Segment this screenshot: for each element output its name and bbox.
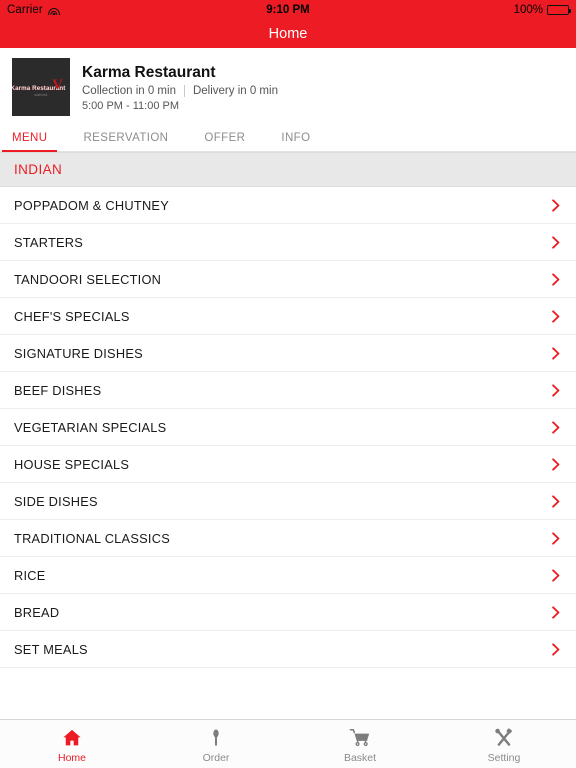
menu-row[interactable]: SIDE DISHES xyxy=(0,483,576,520)
chevron-right-icon xyxy=(552,605,560,619)
restaurant-service-meta: Collection in 0 min Delivery in 0 min xyxy=(82,84,278,97)
app-root: Carrier 9:10 PM 100% Home Karma Restaura… xyxy=(0,0,576,768)
chevron-right-icon xyxy=(552,457,560,471)
menu-row[interactable]: SIGNATURE DISHES xyxy=(0,335,576,372)
logo-mark: V xyxy=(52,77,63,93)
status-bar-time: 9:10 PM xyxy=(266,4,310,16)
tab-bar-label-home: Home xyxy=(57,751,86,764)
battery-full-icon xyxy=(547,5,572,15)
menu-row-label: SIGNATURE DISHES xyxy=(14,345,143,361)
menu-row[interactable]: TRADITIONAL CLASSICS xyxy=(0,520,576,557)
menu-row-label: RICE xyxy=(14,567,46,583)
delivery-time: Delivery in 0 min xyxy=(192,84,278,97)
home-icon xyxy=(63,729,81,745)
chevron-right-icon xyxy=(552,642,560,656)
menu-row-label: TRADITIONAL CLASSICS xyxy=(14,530,170,546)
chevron-right-icon xyxy=(552,272,560,286)
menu-row-label: BREAD xyxy=(14,604,60,620)
tab-bar-label-order: Order xyxy=(202,751,230,764)
tab-reservation[interactable]: RESERVATION xyxy=(83,132,168,151)
collection-time: Collection in 0 min xyxy=(82,84,176,97)
menu-row[interactable]: BREAD xyxy=(0,594,576,631)
tab-bar-label-setting: Setting xyxy=(487,751,521,764)
status-bar: Carrier 9:10 PM 100% xyxy=(0,0,576,20)
battery-percent-label: 100% xyxy=(513,4,543,16)
menu-row-label: STARTERS xyxy=(14,234,84,250)
opening-hours: 5:00 PM - 11:00 PM xyxy=(82,99,180,112)
tab-bar-item-setting[interactable]: Setting xyxy=(432,720,576,768)
menu-row-label: SET MEALS xyxy=(14,641,88,657)
tab-bar-item-basket[interactable]: Basket xyxy=(288,720,432,768)
logo-subtext: watford xyxy=(34,93,48,97)
tab-offer[interactable]: OFFER xyxy=(204,132,245,151)
menu-row[interactable]: SET MEALS xyxy=(0,631,576,668)
menu-row[interactable]: CHEF'S SPECIALS xyxy=(0,298,576,335)
bottom-tab-bar: Home Order Basket Setting xyxy=(0,719,576,768)
chevron-right-icon xyxy=(552,420,560,434)
menu-row[interactable]: STARTERS xyxy=(0,224,576,261)
menu-row-label: TANDOORI SELECTION xyxy=(14,271,162,287)
menu-row[interactable]: TANDOORI SELECTION xyxy=(0,261,576,298)
menu-row[interactable]: HOUSE SPECIALS xyxy=(0,446,576,483)
chevron-right-icon xyxy=(552,346,560,360)
section-tabs: MENU RESERVATION OFFER INFO xyxy=(0,122,576,152)
chevron-right-icon xyxy=(552,531,560,545)
menu-row[interactable]: RICE xyxy=(0,557,576,594)
chevron-right-icon xyxy=(552,494,560,508)
menu-rows: POPPADOM & CHUTNEY STARTERS TANDOORI SELEC… xyxy=(0,187,576,668)
tab-bar-item-order[interactable]: Order xyxy=(144,720,288,768)
menu-row-label: VEGETARIAN SPECIALS xyxy=(14,419,167,435)
menu-row-label: POPPADOM & CHUTNEY xyxy=(14,197,170,213)
tools-icon xyxy=(495,727,512,746)
tab-bar-label-basket: Basket xyxy=(343,751,377,764)
chevron-right-icon xyxy=(552,235,560,249)
menu-row[interactable]: VEGETARIAN SPECIALS xyxy=(0,409,576,446)
cart-icon xyxy=(349,728,370,746)
meta-divider xyxy=(183,84,185,97)
chevron-right-icon xyxy=(552,383,560,397)
restaurant-info: Karma Restaurant Collection in 0 min Del… xyxy=(82,58,278,116)
menu-list: INDIAN POPPADOM & CHUTNEY STARTERS TANDOOR… xyxy=(0,152,576,719)
tab-info[interactable]: INFO xyxy=(281,132,310,151)
navigation-bar: Home xyxy=(0,20,576,48)
chevron-right-icon xyxy=(552,198,560,212)
restaurant-name: Karma Restaurant xyxy=(82,63,216,81)
spoon-icon xyxy=(213,728,219,746)
tab-bar-item-home[interactable]: Home xyxy=(0,720,144,768)
menu-row-label: CHEF'S SPECIALS xyxy=(14,308,130,324)
page-title: Home xyxy=(268,26,308,42)
restaurant-header: Karma Restaurant watford V Karma Restaur… xyxy=(0,48,576,122)
menu-section-header: INDIAN xyxy=(0,152,576,187)
menu-row[interactable]: BEEF DISHES xyxy=(0,372,576,409)
tab-menu[interactable]: MENU xyxy=(1,132,59,152)
restaurant-logo: Karma Restaurant watford V xyxy=(12,58,70,116)
menu-row-label: HOUSE SPECIALS xyxy=(14,456,130,472)
chevron-right-icon xyxy=(552,309,560,323)
menu-row[interactable]: POPPADOM & CHUTNEY xyxy=(0,187,576,224)
menu-row-label: SIDE DISHES xyxy=(14,493,98,509)
status-bar-right: 100% xyxy=(513,4,572,16)
chevron-right-icon xyxy=(552,568,560,582)
menu-row-label: BEEF DISHES xyxy=(14,382,102,398)
